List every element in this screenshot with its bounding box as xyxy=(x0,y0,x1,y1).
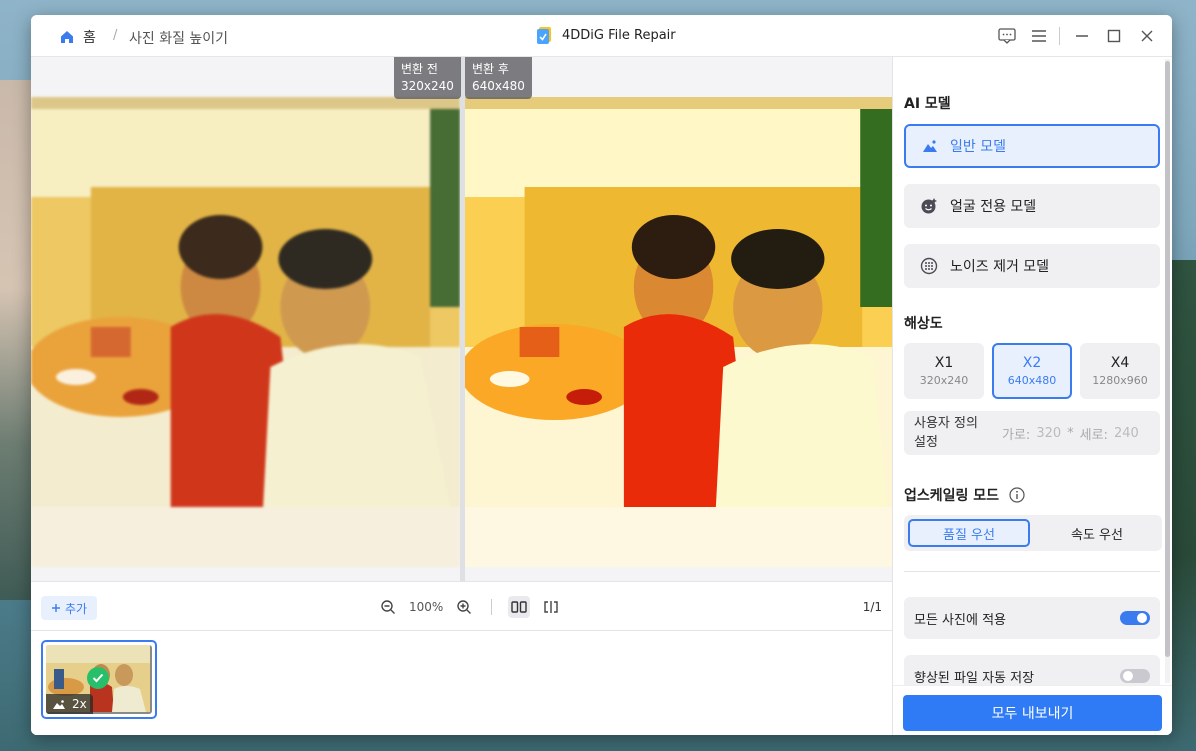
title-bar: 홈 / 사진 화질 높이기 4DDiG File Repair xyxy=(31,15,1172,57)
minimize-icon xyxy=(1076,35,1088,37)
model-face[interactable]: 얼굴 전용 모델 xyxy=(904,184,1160,228)
scale-badge: 2x xyxy=(72,697,87,711)
upscale-mode-title: 업스케일링 모드 xyxy=(904,488,1000,504)
image-icon xyxy=(53,699,65,709)
landscape-icon xyxy=(923,140,937,152)
model-face-label: 얼굴 전용 모델 xyxy=(950,199,1037,215)
resolution-x2[interactable]: X2 640x480 xyxy=(992,343,1072,399)
app-title: 4DDiG File Repair xyxy=(536,25,676,45)
info-icon[interactable] xyxy=(1009,487,1025,503)
add-button[interactable]: 추가 xyxy=(41,596,98,620)
breadcrumb-separator: / xyxy=(113,28,118,43)
auto-save-label: 향상된 파일 자동 저장 xyxy=(914,670,1035,686)
before-image xyxy=(31,97,460,567)
app-logo-icon xyxy=(537,27,551,44)
maximize-icon xyxy=(1107,29,1121,43)
resolution-title: 해상도 xyxy=(904,316,943,332)
plus-icon xyxy=(52,604,60,612)
auto-save-toggle[interactable] xyxy=(1120,669,1150,683)
before-size: 320x240 xyxy=(401,79,454,93)
thumbnail-item[interactable]: 2x xyxy=(41,640,157,719)
custom-resolution-inputs: 가로: 320 * 세로: 240 xyxy=(1002,424,1139,443)
apply-all-toggle[interactable] xyxy=(1120,611,1150,625)
apply-all-row: 모든 사진에 적용 xyxy=(904,597,1160,639)
resolution-x4-scale: X4 xyxy=(1110,355,1130,371)
upscale-mode-selector: 품질 우선 속도 우선 xyxy=(904,515,1162,551)
home-label: 홈 xyxy=(83,30,96,46)
resolution-x2-size: 640x480 xyxy=(1007,374,1057,387)
split-view-button[interactable] xyxy=(540,596,562,618)
panel-divider xyxy=(904,571,1160,572)
minimize-button[interactable] xyxy=(1072,26,1092,46)
app-name: 4DDiG File Repair xyxy=(562,27,676,43)
after-size: 640x480 xyxy=(472,79,525,93)
panel-scrollbar-thumb[interactable] xyxy=(1165,61,1170,657)
custom-resolution-label: 사용자 정의 설정 xyxy=(914,416,978,450)
width-input[interactable]: 320 xyxy=(1036,426,1061,441)
home-link[interactable]: 홈 xyxy=(59,27,96,47)
feedback-icon xyxy=(998,28,1016,44)
export-all-button[interactable]: 모두 내보내기 xyxy=(903,695,1162,731)
thumbnail-badge: 2x xyxy=(46,694,93,714)
custom-resolution[interactable]: 사용자 정의 설정 가로: 320 * 세로: 240 xyxy=(904,411,1160,455)
zoom-in-icon xyxy=(457,600,472,614)
toolbar-divider xyxy=(491,599,493,615)
after-label-text: 변환 후 xyxy=(472,62,509,76)
speed-priority-button[interactable]: 속도 우선 xyxy=(1036,519,1158,547)
resolution-x4-size: 1280x960 xyxy=(1092,374,1148,387)
multiply-sign: * xyxy=(1067,425,1074,441)
resolution-x2-scale: X2 xyxy=(1022,355,1042,371)
face-icon xyxy=(921,198,937,214)
preview-toolbar: 추가 100% 1/1 xyxy=(31,581,892,631)
quality-priority-button[interactable]: 품질 우선 xyxy=(908,519,1030,547)
after-image xyxy=(465,97,892,567)
before-label-text: 변환 전 xyxy=(401,62,438,76)
maximize-button[interactable] xyxy=(1104,26,1124,46)
side-by-side-view-button[interactable] xyxy=(508,596,531,618)
settings-panel: AI 모델 일반 모델 얼굴 전용 모델 노이즈 제거 모델 해상도 X1 32… xyxy=(892,57,1172,735)
add-label: 추가 xyxy=(65,601,88,616)
panel-scrollbar[interactable] xyxy=(1165,59,1170,683)
resolution-x1-scale: X1 xyxy=(934,355,954,371)
zoom-out-icon xyxy=(381,600,395,614)
close-button[interactable] xyxy=(1137,26,1157,46)
check-icon xyxy=(87,667,109,689)
comparison-preview[interactable]: 변환 전 320x240 변환 후 640x480 xyxy=(31,57,892,581)
apply-all-label: 모든 사진에 적용 xyxy=(914,612,1006,628)
before-label: 변환 전 320x240 xyxy=(394,57,461,99)
zoom-level: 100% xyxy=(409,600,444,614)
breadcrumb-current: 사진 화질 높이기 xyxy=(129,31,229,47)
close-icon xyxy=(1141,30,1153,42)
height-input[interactable]: 240 xyxy=(1114,426,1139,441)
zoom-controls: 100% xyxy=(377,596,562,618)
noise-icon xyxy=(920,257,938,275)
model-denoise[interactable]: 노이즈 제거 모델 xyxy=(904,244,1160,288)
resolution-x1-size: 320x240 xyxy=(919,374,969,387)
feedback-button[interactable] xyxy=(997,26,1017,46)
zoom-out-button[interactable] xyxy=(377,596,399,618)
width-label: 가로: xyxy=(1002,427,1031,443)
app-window: 홈 / 사진 화질 높이기 4DDiG File Repair 변환 전 320… xyxy=(31,15,1172,735)
height-label: 세로: xyxy=(1079,427,1108,443)
thumbnail-strip: 2x xyxy=(31,632,892,735)
upscale-mode-header: 업스케일링 모드 xyxy=(904,485,1025,505)
titlebar-divider xyxy=(1059,27,1060,45)
model-general-label: 일반 모델 xyxy=(950,139,1006,155)
menu-button[interactable] xyxy=(1029,26,1049,46)
zoom-in-button[interactable] xyxy=(453,596,475,618)
hamburger-menu-icon xyxy=(1032,30,1046,42)
model-denoise-label: 노이즈 제거 모델 xyxy=(950,259,1050,275)
page-count: 1/1 xyxy=(862,600,882,614)
after-label: 변환 후 640x480 xyxy=(465,57,532,99)
home-icon xyxy=(61,31,73,43)
resolution-x1[interactable]: X1 320x240 xyxy=(904,343,984,399)
split-view-icon xyxy=(544,601,559,613)
resolution-x4[interactable]: X4 1280x960 xyxy=(1080,343,1160,399)
ai-model-title: AI 모델 xyxy=(904,96,951,112)
side-by-side-icon xyxy=(511,601,528,613)
model-general[interactable]: 일반 모델 xyxy=(904,124,1160,168)
